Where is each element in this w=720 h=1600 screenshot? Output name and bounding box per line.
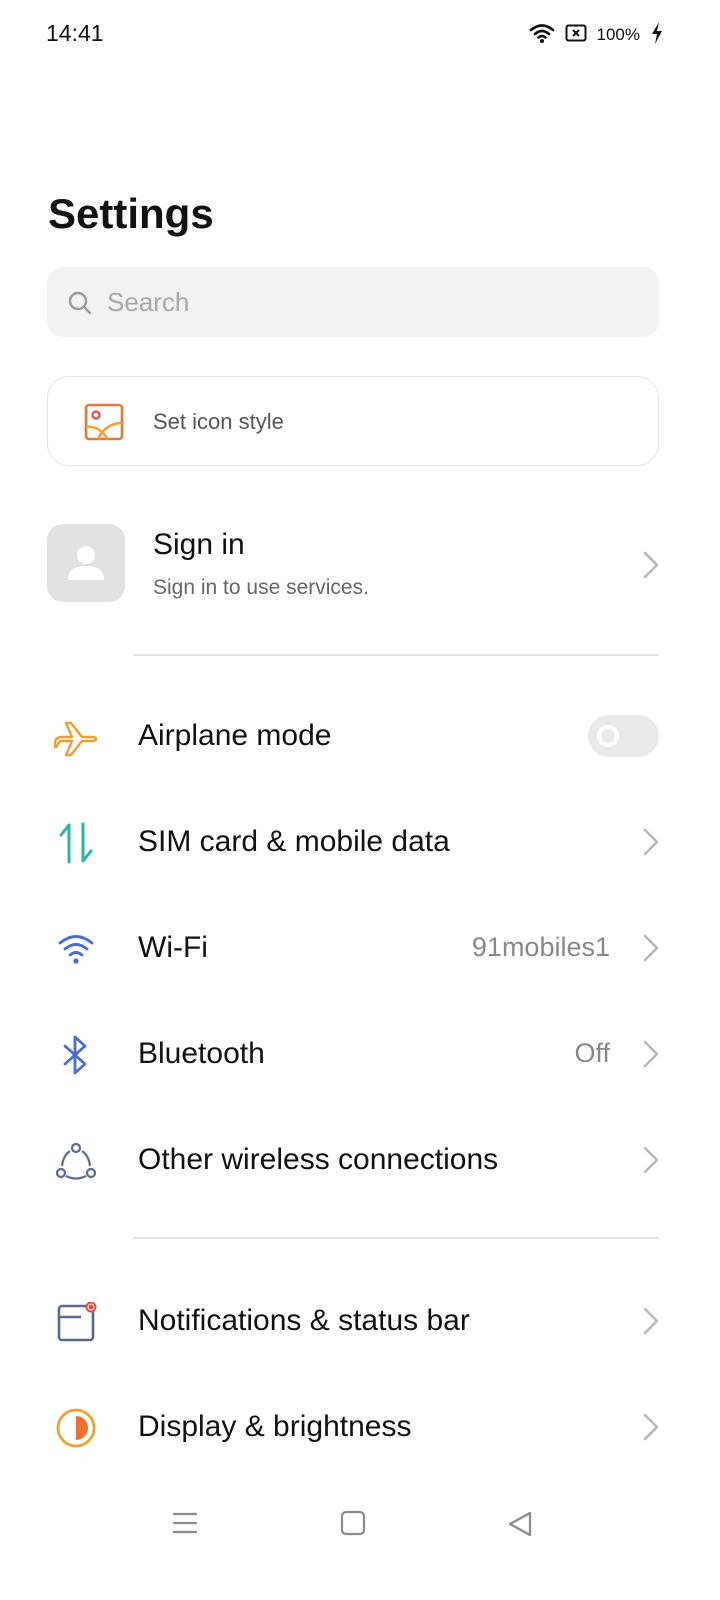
setting-row-bluetooth[interactable]: Bluetooth Off bbox=[0, 1003, 720, 1103]
charging-icon bbox=[650, 21, 664, 50]
back-icon[interactable] bbox=[506, 1510, 534, 1543]
toggle-knob bbox=[597, 725, 619, 747]
brightness-icon bbox=[52, 1408, 100, 1448]
connections-icon bbox=[52, 1141, 100, 1181]
wifi-icon bbox=[529, 22, 555, 49]
sign-in-title: Sign in bbox=[153, 528, 245, 561]
search-input[interactable] bbox=[107, 267, 637, 337]
setting-row-other-wireless[interactable]: Other wireless connections bbox=[0, 1109, 720, 1209]
search-icon bbox=[67, 290, 93, 321]
notifications-label: Notifications & status bar bbox=[138, 1304, 470, 1337]
sim-card-label: SIM card & mobile data bbox=[138, 825, 450, 858]
status-bar: 14:41 100% bbox=[0, 0, 720, 70]
navigation-bar bbox=[0, 1490, 720, 1560]
chevron-right-icon bbox=[642, 1145, 660, 1180]
battery-percent: 100% bbox=[596, 25, 640, 44]
sign-in-row[interactable]: Sign in Sign in to use services. bbox=[0, 510, 720, 620]
setting-row-display[interactable]: Display & brightness bbox=[0, 1376, 720, 1476]
status-time: 14:41 bbox=[46, 20, 104, 46]
chevron-right-icon bbox=[642, 1412, 660, 1447]
search-bar[interactable] bbox=[47, 267, 659, 337]
chevron-right-icon bbox=[642, 1039, 660, 1074]
display-label: Display & brightness bbox=[138, 1410, 412, 1443]
home-icon[interactable] bbox=[340, 1510, 366, 1541]
avatar bbox=[47, 524, 125, 602]
image-style-icon bbox=[84, 403, 124, 446]
divider bbox=[133, 654, 659, 656]
chevron-right-icon bbox=[642, 1306, 660, 1341]
bluetooth-label: Bluetooth bbox=[138, 1037, 265, 1070]
other-wireless-label: Other wireless connections bbox=[138, 1143, 499, 1176]
notification-icon bbox=[52, 1302, 100, 1342]
wifi-label: Wi-Fi bbox=[138, 931, 208, 964]
sim-error-icon bbox=[565, 24, 587, 47]
airplane-mode-label: Airplane mode bbox=[138, 719, 332, 752]
chevron-right-icon bbox=[642, 933, 660, 968]
sign-in-subtitle: Sign in to use services. bbox=[153, 576, 369, 599]
data-arrows-icon bbox=[52, 822, 100, 864]
bluetooth-status: Off bbox=[574, 1038, 610, 1068]
airplane-mode-toggle[interactable] bbox=[588, 715, 659, 757]
setting-row-sim-card[interactable]: SIM card & mobile data bbox=[0, 791, 720, 891]
chevron-right-icon bbox=[642, 827, 660, 862]
wifi-icon bbox=[52, 929, 100, 969]
wifi-network-name: 91mobiles1 bbox=[471, 932, 610, 962]
page-title: Settings bbox=[48, 190, 214, 237]
divider bbox=[133, 1237, 659, 1239]
setting-row-wifi[interactable]: Wi-Fi 91mobiles1 bbox=[0, 897, 720, 997]
set-icon-style-card[interactable]: Set icon style bbox=[47, 376, 659, 466]
status-icons: 100% bbox=[529, 20, 664, 50]
setting-row-airplane-mode[interactable]: Airplane mode bbox=[0, 685, 720, 785]
bluetooth-icon bbox=[52, 1035, 100, 1075]
setting-row-notifications[interactable]: Notifications & status bar bbox=[0, 1270, 720, 1370]
menu-icon[interactable] bbox=[172, 1510, 198, 1541]
person-icon bbox=[68, 546, 104, 580]
set-icon-style-label: Set icon style bbox=[153, 409, 284, 434]
chevron-right-icon bbox=[642, 550, 660, 585]
airplane-icon bbox=[52, 717, 100, 757]
